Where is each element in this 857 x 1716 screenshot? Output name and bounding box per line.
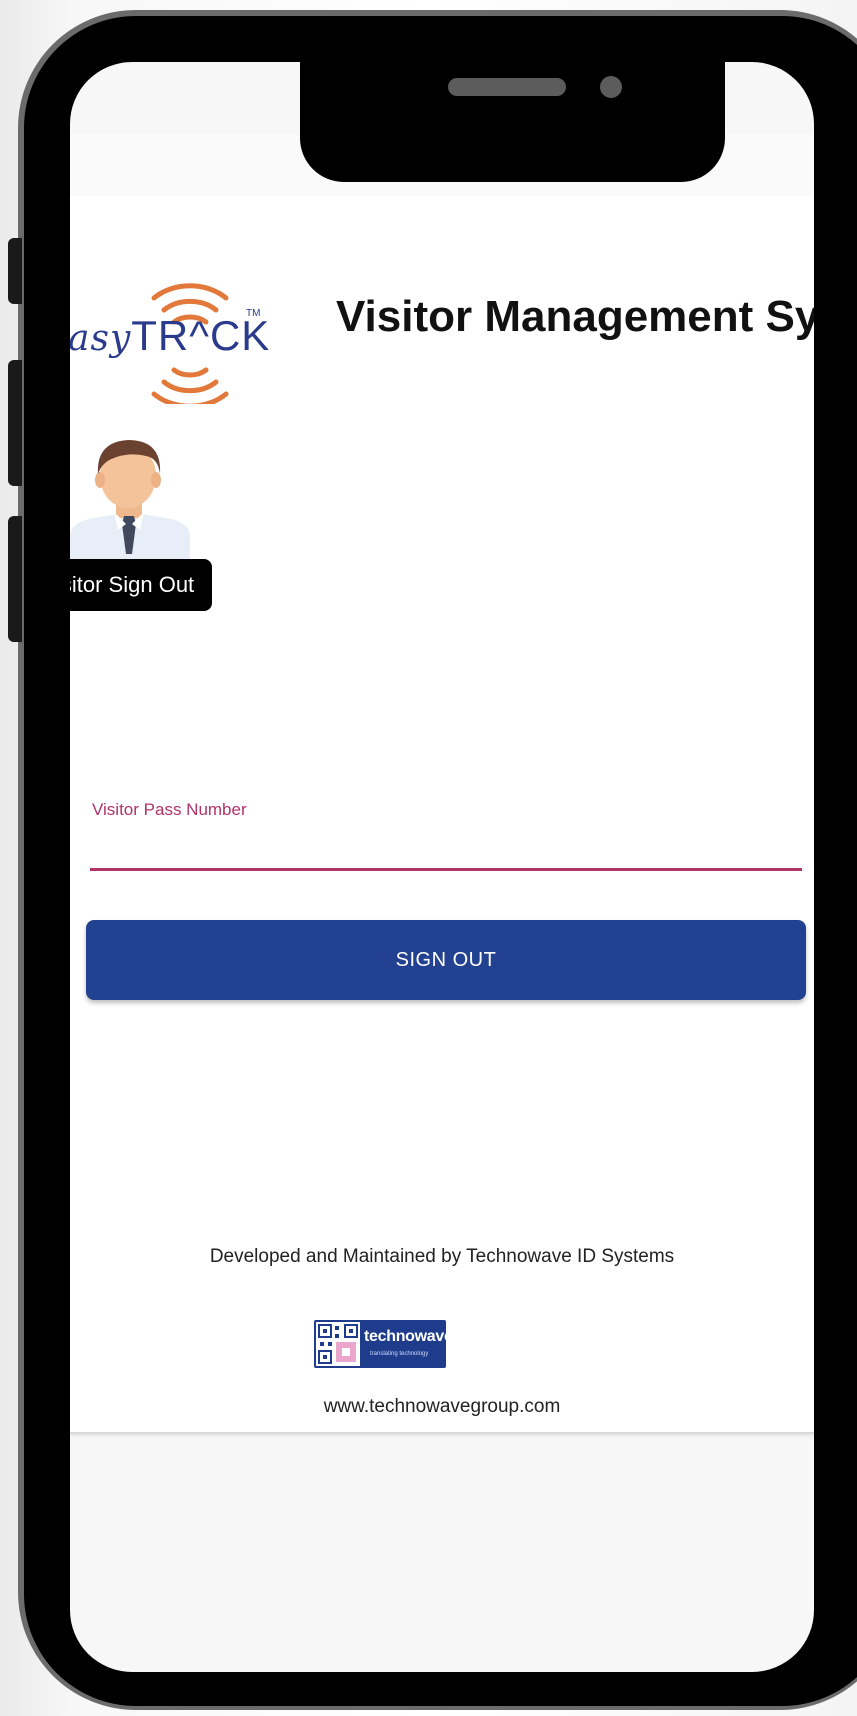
qr-code-icon [316, 1322, 360, 1366]
phone-volume-up-button [8, 360, 22, 486]
phone-mute-switch [8, 238, 22, 304]
device-mockup: asyTR^CK TM Visitor Management Syst itor… [0, 0, 857, 1716]
speaker-grille [448, 78, 566, 96]
developer-credit: Developed and Maintained by Technowave I… [209, 1246, 675, 1267]
phone-volume-down-button [8, 516, 22, 642]
visitor-sign-out-tooltip: isitor Sign Out [70, 559, 213, 611]
tooltip-label: isitor Sign Out [70, 572, 195, 597]
phone-screen: asyTR^CK TM Visitor Management Syst itor… [70, 62, 814, 1672]
technowave-logo[interactable]: technowave translating technology [314, 1320, 446, 1368]
website-link[interactable]: www.technowavegroup.com [70, 1396, 814, 1418]
app-screen: asyTR^CK TM Visitor Management Syst itor… [70, 134, 814, 1434]
sign-out-button[interactable]: SIGN OUT [86, 920, 806, 1000]
visitor-avatar-icon[interactable] [70, 424, 190, 564]
technowave-wordmark: technowave [364, 1328, 446, 1345]
page-title: Visitor Management Syst [336, 292, 814, 341]
logo-wordmark: asyTR^CK [70, 312, 271, 359]
phone-notch [300, 62, 725, 182]
technowave-tagline: translating technology [370, 1351, 429, 1357]
front-camera [600, 76, 622, 98]
trademark-symbol: TM [246, 308, 261, 319]
easytrack-logo: asyTR^CK TM [70, 264, 271, 409]
visitor-pass-input[interactable] [90, 826, 802, 871]
visitor-pass-label: Visitor Pass Number [92, 800, 247, 819]
